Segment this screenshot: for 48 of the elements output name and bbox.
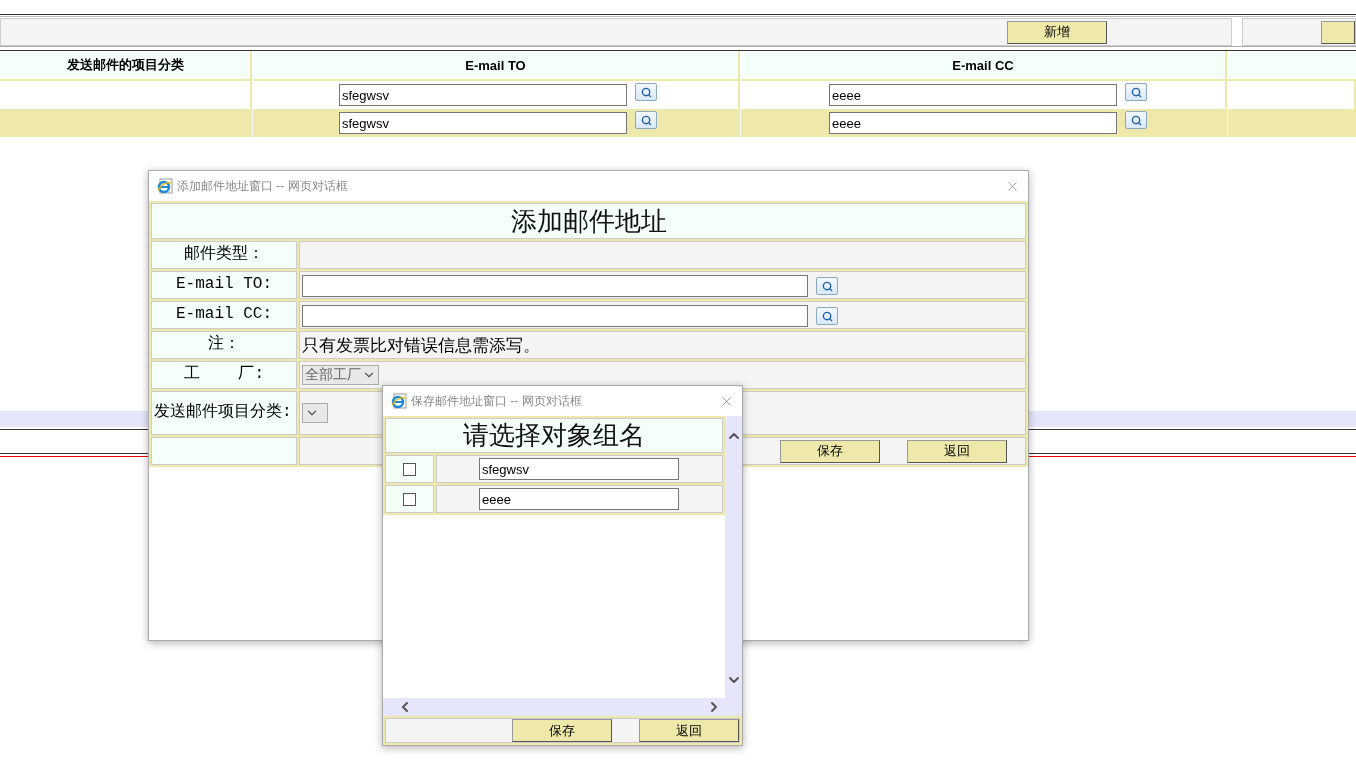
field-label: 工 厂: [151, 361, 297, 389]
search-button[interactable] [816, 307, 838, 325]
search-button[interactable] [1125, 111, 1147, 129]
dialog-button[interactable]: 保存 [512, 719, 612, 742]
field-label: 发送邮件项目分类: [151, 391, 297, 435]
email-to-field[interactable]: sfegwsv [339, 84, 627, 106]
field-label: E-mail TO: [151, 271, 297, 299]
vertical-scrollbar[interactable] [725, 416, 742, 698]
toolbar-button[interactable] [1321, 20, 1355, 44]
dialog-button[interactable]: 保存 [780, 439, 880, 463]
field-label: 注： [151, 331, 297, 359]
add-button[interactable]: 新增 [1007, 20, 1107, 44]
dialog-title: 保存邮件地址窗口 -- 网页对话框 [411, 392, 583, 410]
dialog-button[interactable]: 返回 [639, 719, 739, 742]
checkbox[interactable] [403, 492, 416, 506]
dropdown[interactable] [302, 403, 328, 423]
dropdown[interactable]: 全部工厂 [302, 365, 379, 385]
dialog-heading: 添加邮件地址 [151, 203, 1026, 239]
search-icon [640, 86, 652, 98]
browser-logo-icon [157, 178, 173, 194]
email-cc-field[interactable]: eeee [829, 84, 1117, 106]
field-label: 邮件类型： [151, 241, 297, 269]
column-header: 发送邮件的项目分类 [0, 51, 252, 81]
search-button[interactable] [1125, 83, 1147, 101]
horizontal-scrollbar[interactable] [383, 698, 742, 716]
search-icon [1130, 114, 1142, 126]
browser-logo-icon [391, 393, 407, 409]
search-button[interactable] [635, 83, 657, 101]
note-text: 只有发票比对错误信息需添写。 [299, 331, 1026, 359]
dialog-title: 添加邮件地址窗口 -- 网页对话框 [177, 177, 349, 195]
email-cc-field[interactable]: eeee [829, 112, 1117, 134]
dialog-button[interactable]: 返回 [907, 439, 1007, 463]
checkbox[interactable] [403, 462, 416, 476]
search-icon [821, 280, 833, 292]
group-name-field[interactable]: eeee [479, 488, 679, 510]
email-input[interactable] [302, 275, 808, 297]
search-button[interactable] [635, 111, 657, 129]
email-to-field[interactable]: sfegwsv [339, 112, 627, 134]
search-icon [821, 310, 833, 322]
search-icon [1130, 86, 1142, 98]
search-button[interactable] [816, 277, 838, 295]
column-header: E-mail CC [741, 51, 1227, 81]
group-name-field[interactable]: sfegwsv [479, 458, 679, 480]
email-input[interactable] [302, 305, 808, 327]
dialog-heading: 请选择对象组名 [385, 418, 723, 453]
field-label: E-mail CC: [151, 301, 297, 329]
column-header: E-mail TO [253, 51, 740, 81]
search-icon [640, 114, 652, 126]
